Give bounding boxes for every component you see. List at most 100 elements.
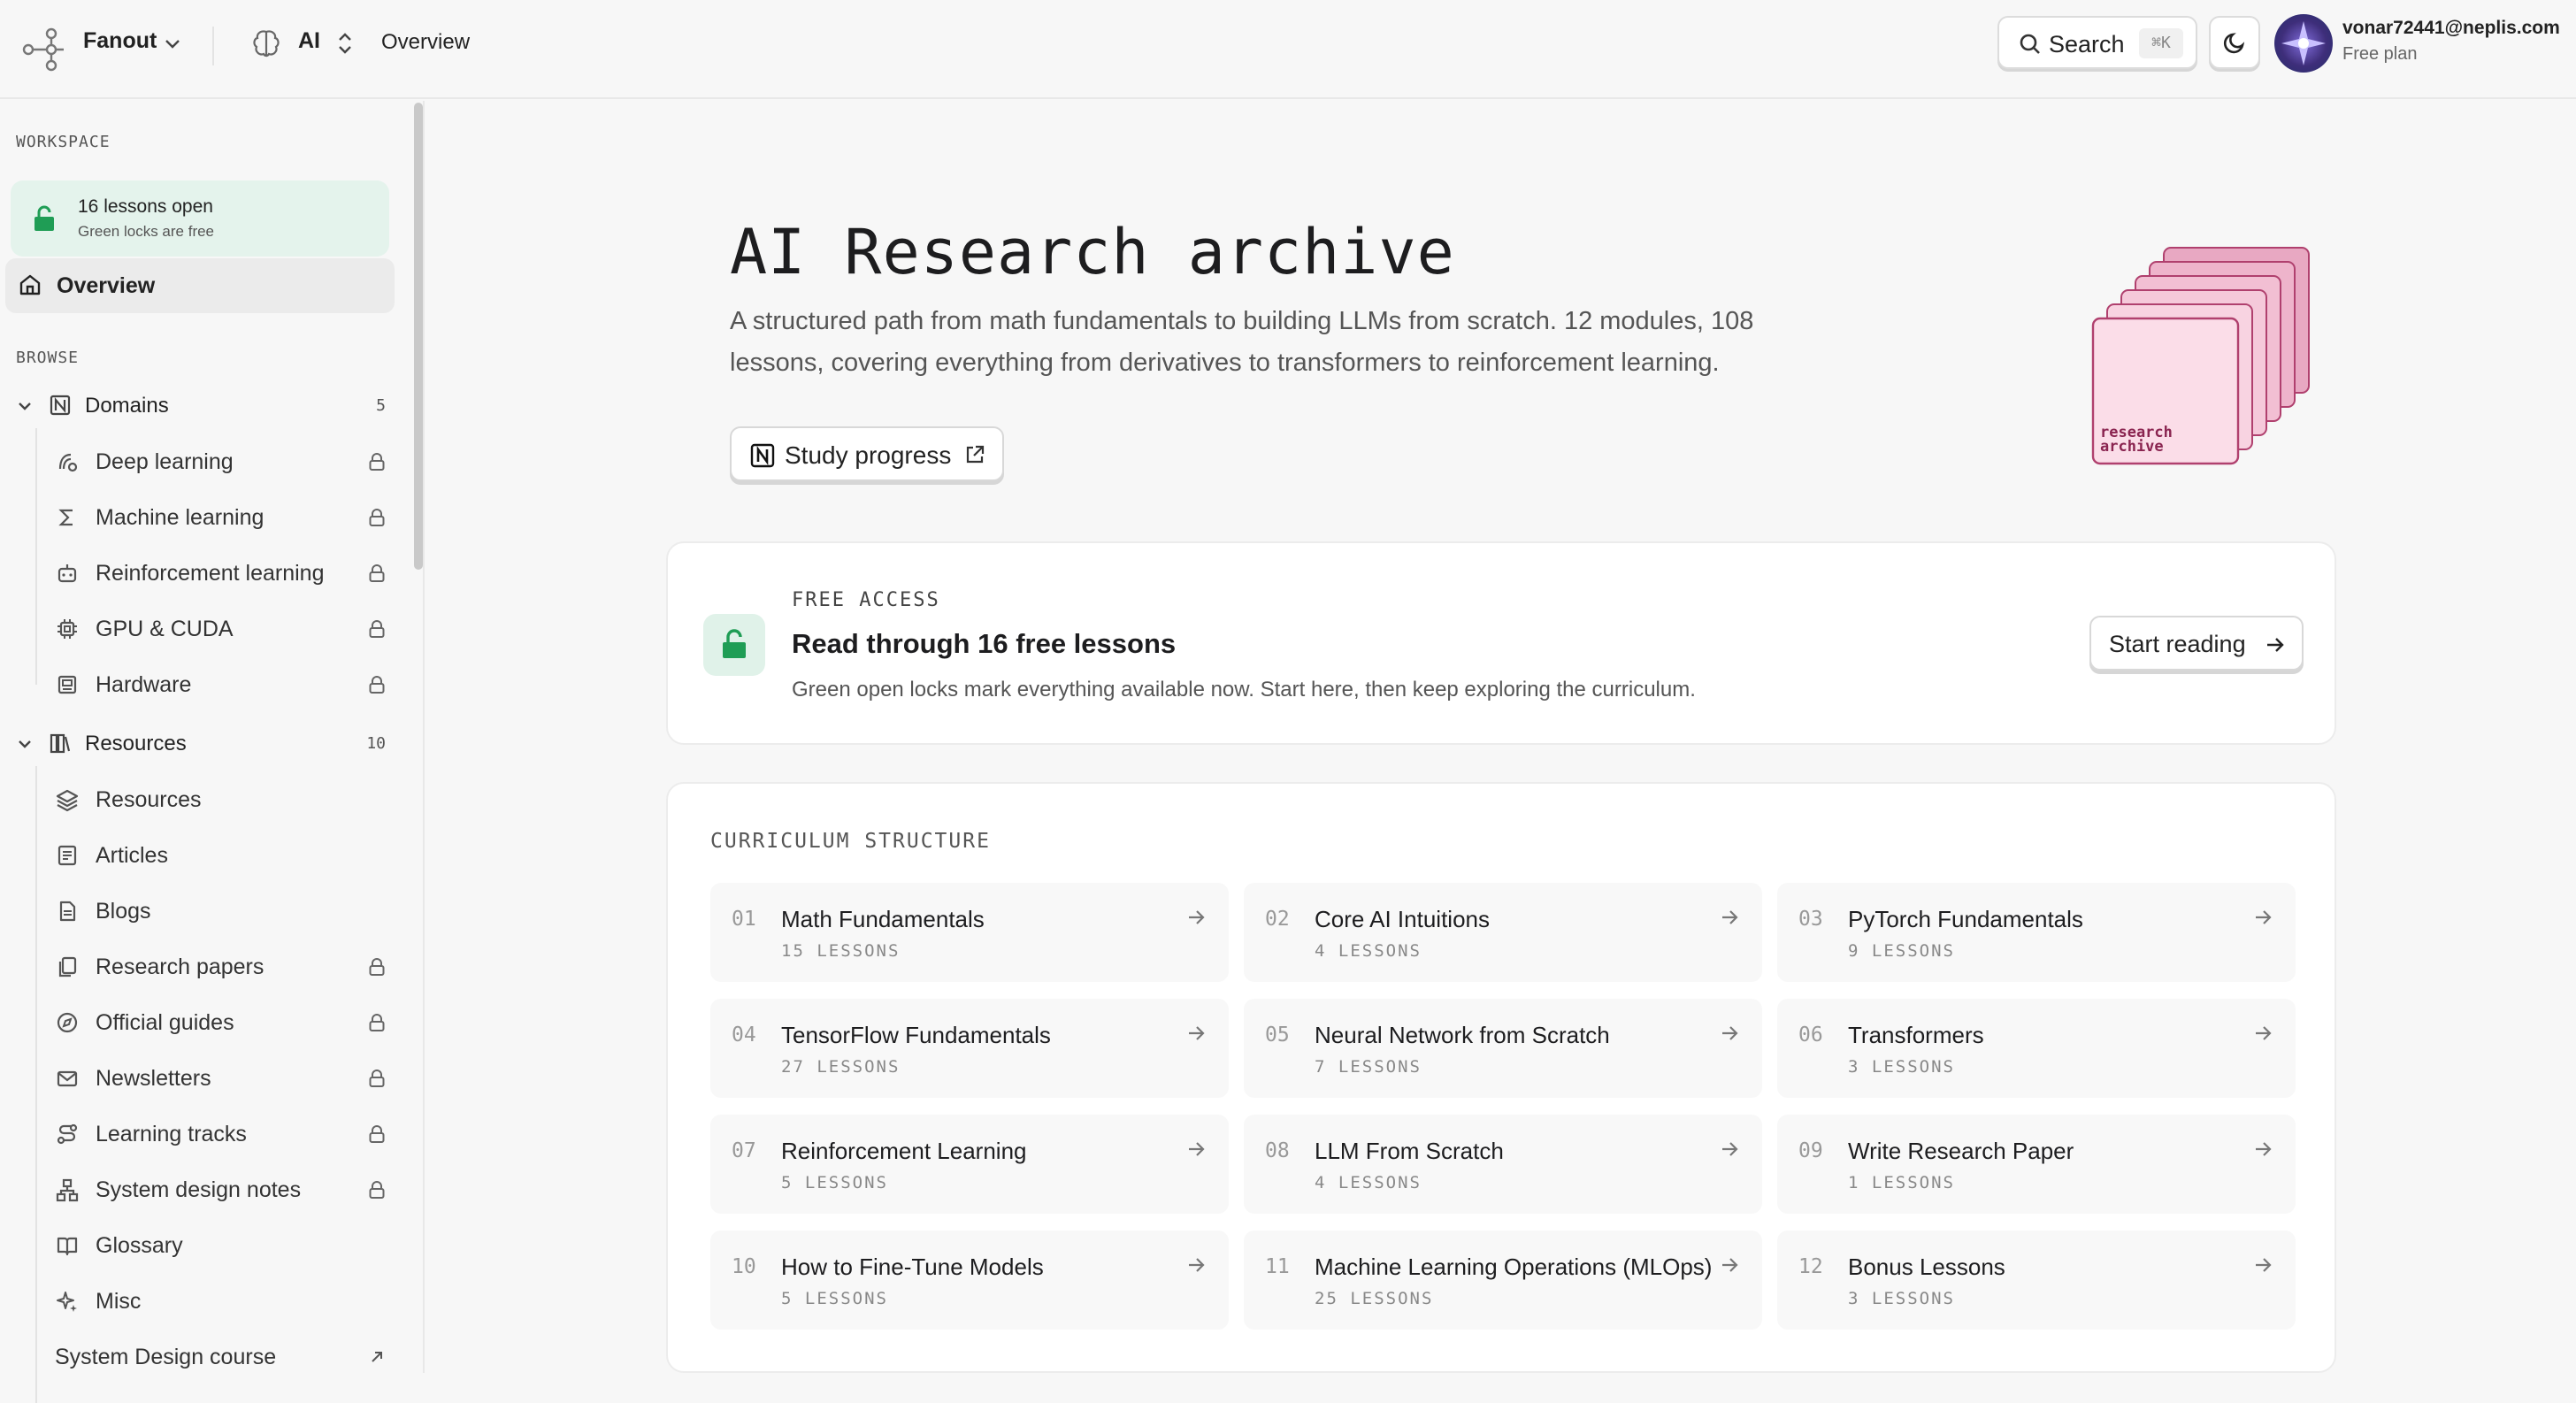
arrow-right-icon (2256, 910, 2272, 924)
theme-toggle-button[interactable] (2209, 16, 2260, 69)
workspace-heading: WORKSPACE (16, 133, 111, 151)
free-lock-badge (703, 614, 765, 676)
module-card[interactable]: 03 PyTorch Fundamentals 9 LESSONS (1777, 883, 2296, 982)
module-card[interactable]: 10 How to Fine-Tune Models 5 LESSONS (710, 1230, 1229, 1330)
lessons-open-title: 16 lessons open (78, 196, 213, 217)
chevron-updown-icon[interactable] (334, 30, 356, 57)
sidebar-item-newsletters[interactable]: Newsletters (39, 1054, 398, 1103)
module-card[interactable]: 02 Core AI Intuitions 4 LESSONS (1244, 883, 1762, 982)
fanout-logo-icon[interactable] (19, 25, 69, 74)
workspace-brand[interactable]: Fanout (83, 28, 157, 54)
tree-line (35, 766, 37, 1403)
sidebar-item-label: System design notes (96, 1177, 302, 1202)
archive-stack-illustration: research archive (2091, 247, 2310, 465)
module-card[interactable]: 04 TensorFlow Fundamentals 27 LESSONS (710, 999, 1229, 1098)
search-button[interactable]: Search ⌘K (1997, 16, 2197, 69)
sidebar-item-gpu-cuda[interactable]: GPU & CUDA (39, 604, 398, 654)
sidebar-item-label: System Design course (55, 1345, 277, 1369)
page-description: A structured path from math fundamentals… (730, 307, 1754, 377)
sidebar-item-label: Reinforcement learning (96, 561, 325, 586)
sidebar-item-resources[interactable]: Resources (39, 775, 398, 824)
book-icon (57, 1237, 78, 1256)
sidebar-item-blogs[interactable]: Blogs (39, 886, 398, 936)
module-card[interactable]: 01 Math Fundamentals 15 LESSONS (710, 883, 1229, 982)
group-count: 10 (366, 734, 386, 753)
chevron-down-icon[interactable] (16, 397, 34, 415)
sidebar-item-articles[interactable]: Articles (39, 831, 398, 880)
arrow-right-icon (2256, 1142, 2272, 1156)
study-progress-button[interactable]: Study progress (730, 426, 1004, 481)
lock-icon (369, 676, 385, 694)
chevron-down-icon[interactable] (16, 735, 34, 753)
sidebar-item-overview[interactable]: Overview (5, 258, 395, 313)
module-card[interactable]: 12 Bonus Lessons 3 LESSONS (1777, 1230, 2296, 1330)
archive-art-text-2: archive (2100, 438, 2164, 456)
sidebar-item-label: GPU & CUDA (96, 617, 234, 641)
sidebar-item-deep-learning[interactable]: Deep learning (39, 437, 398, 487)
module-lesson-count: 4 LESSONS (1315, 941, 1422, 961)
module-number: 01 (732, 908, 756, 931)
article-icon (58, 845, 77, 866)
module-name: Core AI Intuitions (1315, 906, 1490, 932)
sidebar-item-label: Articles (96, 843, 168, 868)
sidebar-item-official-guides[interactable]: Official guides (39, 998, 398, 1047)
top-bar: Fanout AI Overview Search ⌘K vonar72441@… (0, 0, 2576, 99)
breadcrumb[interactable]: Overview (381, 30, 470, 55)
sidebar-item-learning-tracks[interactable]: Learning tracks (39, 1109, 398, 1159)
module-card[interactable]: 07 Reinforcement Learning 5 LESSONS (710, 1115, 1229, 1214)
sidebar-item-label: Machine learning (96, 505, 264, 530)
lock-icon (369, 1125, 385, 1143)
module-card[interactable]: 06 Transformers 3 LESSONS (1777, 999, 2296, 1098)
sidebar-item-label: Glossary (96, 1233, 183, 1258)
module-name: How to Fine-Tune Models (781, 1254, 1044, 1280)
sidebar-item-machine-learning[interactable]: Machine learning (39, 493, 398, 542)
arrow-right-icon (1722, 1258, 1738, 1272)
sidebar-item-misc[interactable]: Misc (39, 1276, 398, 1326)
sidebar-item-research-papers[interactable]: Research papers (39, 942, 398, 992)
blog-icon (59, 901, 76, 922)
module-lesson-count: 3 LESSONS (1848, 1057, 1955, 1077)
sigma-icon (58, 509, 73, 526)
module-card[interactable]: 08 LLM From Scratch 4 LESSONS (1244, 1115, 1762, 1214)
chevron-down-icon[interactable] (163, 34, 182, 53)
sidebar-item-label: Newsletters (96, 1066, 211, 1091)
avatar[interactable] (2274, 14, 2333, 73)
user-email: vonar72441@neplis.com (2342, 18, 2560, 38)
module-lesson-count: 5 LESSONS (781, 1289, 888, 1308)
route-icon (57, 1123, 78, 1145)
arrow-right-icon (1189, 910, 1205, 924)
module-card[interactable]: 09 Write Research Paper 1 LESSONS (1777, 1115, 2296, 1214)
sidebar-group-resources[interactable]: Resources 10 (0, 722, 398, 764)
sidebar-item-hardware[interactable]: Hardware (39, 660, 398, 709)
module-card[interactable]: 05 Neural Network from Scratch 7 LESSONS (1244, 999, 1762, 1098)
notion-icon (750, 443, 775, 468)
module-number: 08 (1265, 1139, 1290, 1162)
sidebar-item-glossary[interactable]: Glossary (39, 1221, 398, 1270)
sidebar-item-reinforcement-learning[interactable]: Reinforcement learning (39, 548, 398, 598)
sidebar-scrollbar[interactable] (414, 103, 423, 570)
domains-icon (50, 395, 71, 416)
arrow-right-icon (2267, 638, 2284, 652)
module-card[interactable]: 11 Machine Learning Operations (MLOps) 25 … (1244, 1230, 1762, 1330)
free-access-eyebrow: FREE ACCESS (792, 589, 940, 611)
sidebar-item-label: Hardware (96, 672, 192, 697)
sidebar-item-label: Blogs (96, 899, 151, 924)
arrow-right-icon (2256, 1026, 2272, 1040)
module-name: PyTorch Fundamentals (1848, 906, 2083, 932)
sidebar-item-label: Official guides (96, 1010, 234, 1035)
mail-icon (57, 1070, 78, 1087)
start-reading-button[interactable]: Start reading (2089, 616, 2304, 671)
sidebar-item-label: Overview (57, 273, 156, 298)
sidebar-item-system-design-notes[interactable]: System design notes (39, 1165, 398, 1215)
module-name: Transformers (1848, 1022, 1984, 1048)
sparkles-icon (57, 1292, 77, 1312)
browse-heading: BROWSE (16, 349, 80, 367)
brain-icon (253, 30, 280, 58)
workspace-switcher[interactable]: AI (298, 28, 320, 54)
lessons-open-banner[interactable]: 16 lessons open Green locks are free (11, 180, 389, 257)
search-icon (2020, 34, 2040, 54)
module-name: LLM From Scratch (1315, 1138, 1504, 1164)
lock-icon (369, 620, 385, 638)
sidebar-group-domains[interactable]: Domains 5 (0, 384, 398, 426)
sidebar-item-system-design-course[interactable]: System Design course (39, 1332, 398, 1382)
